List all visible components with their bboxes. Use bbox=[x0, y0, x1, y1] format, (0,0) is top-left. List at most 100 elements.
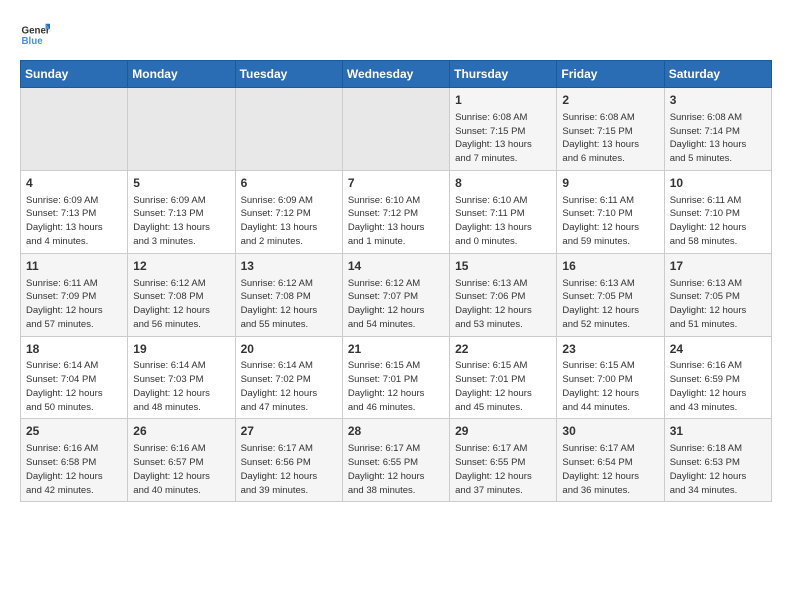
calendar-week-row: 1 Sunrise: 6:08 AM Sunset: 7:15 PM Daylig… bbox=[21, 88, 772, 171]
day-number: 8 bbox=[455, 175, 551, 192]
day-number: 3 bbox=[670, 92, 766, 109]
day-number: 9 bbox=[562, 175, 658, 192]
calendar-cell bbox=[21, 88, 128, 171]
day-info: Sunrise: 6:13 AM Sunset: 7:05 PM Dayligh… bbox=[562, 277, 658, 332]
day-number: 7 bbox=[348, 175, 444, 192]
day-info: Sunrise: 6:12 AM Sunset: 7:07 PM Dayligh… bbox=[348, 277, 444, 332]
day-number: 16 bbox=[562, 258, 658, 275]
day-number: 13 bbox=[241, 258, 337, 275]
calendar-cell: 22Sunrise: 6:15 AM Sunset: 7:01 PM Dayli… bbox=[450, 336, 557, 419]
weekday-header-friday: Friday bbox=[557, 61, 664, 88]
calendar-cell: 15 Sunrise: 6:13 AM Sunset: 7:06 PM Dayli… bbox=[450, 253, 557, 336]
day-number: 25 bbox=[26, 423, 122, 440]
calendar-cell: 16 Sunrise: 6:13 AM Sunset: 7:05 PM Dayli… bbox=[557, 253, 664, 336]
calendar-cell: 13Sunrise: 6:12 AM Sunset: 7:08 PM Dayli… bbox=[235, 253, 342, 336]
day-info: Sunrise: 6:11 AM Sunset: 7:10 PM Dayligh… bbox=[670, 194, 766, 249]
day-info: Sunrise: 6:11 AM Sunset: 7:10 PM Dayligh… bbox=[562, 194, 658, 249]
day-number: 18 bbox=[26, 341, 122, 358]
day-info: Sunrise: 6:15 AM Sunset: 7:01 PM Dayligh… bbox=[455, 359, 551, 414]
weekday-header-saturday: Saturday bbox=[664, 61, 771, 88]
day-number: 14 bbox=[348, 258, 444, 275]
logo-icon: General Blue bbox=[20, 20, 50, 50]
day-info: Sunrise: 6:08 AM Sunset: 7:15 PM Dayligh… bbox=[455, 111, 551, 166]
day-info: Sunrise: 6:10 AM Sunset: 7:12 PM Dayligh… bbox=[348, 194, 444, 249]
day-number: 17 bbox=[670, 258, 766, 275]
calendar-week-row: 11 Sunrise: 6:11 AM Sunset: 7:09 PM Dayli… bbox=[21, 253, 772, 336]
calendar-cell: 4Sunrise: 6:09 AM Sunset: 7:13 PM Daylig… bbox=[21, 170, 128, 253]
day-info: Sunrise: 6:08 AM Sunset: 7:15 PM Dayligh… bbox=[562, 111, 658, 166]
day-info: Sunrise: 6:17 AM Sunset: 6:54 PM Dayligh… bbox=[562, 442, 658, 497]
day-info: Sunrise: 6:16 AM Sunset: 6:58 PM Dayligh… bbox=[26, 442, 122, 497]
calendar-cell: 8 Sunrise: 6:10 AM Sunset: 7:11 PM Daylig… bbox=[450, 170, 557, 253]
calendar-table: SundayMondayTuesdayWednesdayThursdayFrid… bbox=[20, 60, 772, 502]
day-info: Sunrise: 6:14 AM Sunset: 7:03 PM Dayligh… bbox=[133, 359, 229, 414]
calendar-cell: 25 Sunrise: 6:16 AM Sunset: 6:58 PM Dayli… bbox=[21, 419, 128, 502]
day-number: 12 bbox=[133, 258, 229, 275]
day-number: 15 bbox=[455, 258, 551, 275]
calendar-cell: 26 Sunrise: 6:16 AM Sunset: 6:57 PM Dayli… bbox=[128, 419, 235, 502]
day-number: 26 bbox=[133, 423, 229, 440]
day-info: Sunrise: 6:08 AM Sunset: 7:14 PM Dayligh… bbox=[670, 111, 766, 166]
calendar-week-row: 18Sunrise: 6:14 AM Sunset: 7:04 PM Dayli… bbox=[21, 336, 772, 419]
weekday-header-wednesday: Wednesday bbox=[342, 61, 449, 88]
day-number: 6 bbox=[241, 175, 337, 192]
day-number: 28 bbox=[348, 423, 444, 440]
day-info: Sunrise: 6:09 AM Sunset: 7:12 PM Dayligh… bbox=[241, 194, 337, 249]
calendar-cell: 9 Sunrise: 6:11 AM Sunset: 7:10 PM Daylig… bbox=[557, 170, 664, 253]
day-number: 2 bbox=[562, 92, 658, 109]
calendar-cell: 6 Sunrise: 6:09 AM Sunset: 7:12 PM Daylig… bbox=[235, 170, 342, 253]
day-number: 5 bbox=[133, 175, 229, 192]
weekday-header-tuesday: Tuesday bbox=[235, 61, 342, 88]
weekday-header-thursday: Thursday bbox=[450, 61, 557, 88]
day-info: Sunrise: 6:10 AM Sunset: 7:11 PM Dayligh… bbox=[455, 194, 551, 249]
calendar-cell: 14 Sunrise: 6:12 AM Sunset: 7:07 PM Dayli… bbox=[342, 253, 449, 336]
day-number: 30 bbox=[562, 423, 658, 440]
calendar-cell: 27 Sunrise: 6:17 AM Sunset: 6:56 PM Dayli… bbox=[235, 419, 342, 502]
day-number: 27 bbox=[241, 423, 337, 440]
day-info: Sunrise: 6:14 AM Sunset: 7:04 PM Dayligh… bbox=[26, 359, 122, 414]
day-info: Sunrise: 6:16 AM Sunset: 6:57 PM Dayligh… bbox=[133, 442, 229, 497]
day-info: Sunrise: 6:13 AM Sunset: 7:05 PM Dayligh… bbox=[670, 277, 766, 332]
calendar-cell: 21Sunrise: 6:15 AM Sunset: 7:01 PM Dayli… bbox=[342, 336, 449, 419]
day-info: Sunrise: 6:13 AM Sunset: 7:06 PM Dayligh… bbox=[455, 277, 551, 332]
day-info: Sunrise: 6:11 AM Sunset: 7:09 PM Dayligh… bbox=[26, 277, 122, 332]
calendar-cell: 1 Sunrise: 6:08 AM Sunset: 7:15 PM Daylig… bbox=[450, 88, 557, 171]
day-number: 4 bbox=[26, 175, 122, 192]
calendar-cell: 18Sunrise: 6:14 AM Sunset: 7:04 PM Dayli… bbox=[21, 336, 128, 419]
day-info: Sunrise: 6:09 AM Sunset: 7:13 PM Dayligh… bbox=[133, 194, 229, 249]
day-info: Sunrise: 6:17 AM Sunset: 6:56 PM Dayligh… bbox=[241, 442, 337, 497]
calendar-cell: 5 Sunrise: 6:09 AM Sunset: 7:13 PM Daylig… bbox=[128, 170, 235, 253]
calendar-cell bbox=[235, 88, 342, 171]
day-number: 29 bbox=[455, 423, 551, 440]
weekday-header-sunday: Sunday bbox=[21, 61, 128, 88]
day-info: Sunrise: 6:16 AM Sunset: 6:59 PM Dayligh… bbox=[670, 359, 766, 414]
calendar-cell: 20Sunrise: 6:14 AM Sunset: 7:02 PM Dayli… bbox=[235, 336, 342, 419]
calendar-cell: 10 Sunrise: 6:11 AM Sunset: 7:10 PM Dayli… bbox=[664, 170, 771, 253]
day-number: 1 bbox=[455, 92, 551, 109]
calendar-cell: 28 Sunrise: 6:17 AM Sunset: 6:55 PM Dayli… bbox=[342, 419, 449, 502]
logo: General Blue bbox=[20, 20, 50, 50]
day-info: Sunrise: 6:12 AM Sunset: 7:08 PM Dayligh… bbox=[133, 277, 229, 332]
calendar-cell: 2 Sunrise: 6:08 AM Sunset: 7:15 PM Daylig… bbox=[557, 88, 664, 171]
day-number: 10 bbox=[670, 175, 766, 192]
page-header: General Blue bbox=[20, 20, 772, 50]
day-number: 11 bbox=[26, 258, 122, 275]
day-info: Sunrise: 6:17 AM Sunset: 6:55 PM Dayligh… bbox=[348, 442, 444, 497]
calendar-cell bbox=[128, 88, 235, 171]
calendar-cell: 23Sunrise: 6:15 AM Sunset: 7:00 PM Dayli… bbox=[557, 336, 664, 419]
day-number: 21 bbox=[348, 341, 444, 358]
calendar-cell bbox=[342, 88, 449, 171]
day-number: 31 bbox=[670, 423, 766, 440]
calendar-week-row: 25 Sunrise: 6:16 AM Sunset: 6:58 PM Dayli… bbox=[21, 419, 772, 502]
weekday-header-row: SundayMondayTuesdayWednesdayThursdayFrid… bbox=[21, 61, 772, 88]
day-info: Sunrise: 6:14 AM Sunset: 7:02 PM Dayligh… bbox=[241, 359, 337, 414]
calendar-cell: 7 Sunrise: 6:10 AM Sunset: 7:12 PM Daylig… bbox=[342, 170, 449, 253]
calendar-cell: 30 Sunrise: 6:17 AM Sunset: 6:54 PM Dayli… bbox=[557, 419, 664, 502]
calendar-cell: 12 Sunrise: 6:12 AM Sunset: 7:08 PM Dayli… bbox=[128, 253, 235, 336]
calendar-cell: 11 Sunrise: 6:11 AM Sunset: 7:09 PM Dayli… bbox=[21, 253, 128, 336]
day-number: 20 bbox=[241, 341, 337, 358]
day-info: Sunrise: 6:17 AM Sunset: 6:55 PM Dayligh… bbox=[455, 442, 551, 497]
day-info: Sunrise: 6:15 AM Sunset: 7:01 PM Dayligh… bbox=[348, 359, 444, 414]
calendar-week-row: 4 Sunrise: 6:09 AM Sunset: 7:13 PM Daylig… bbox=[21, 170, 772, 253]
calendar-cell: 17 Sunrise: 6:13 AM Sunset: 7:05 PM Dayli… bbox=[664, 253, 771, 336]
